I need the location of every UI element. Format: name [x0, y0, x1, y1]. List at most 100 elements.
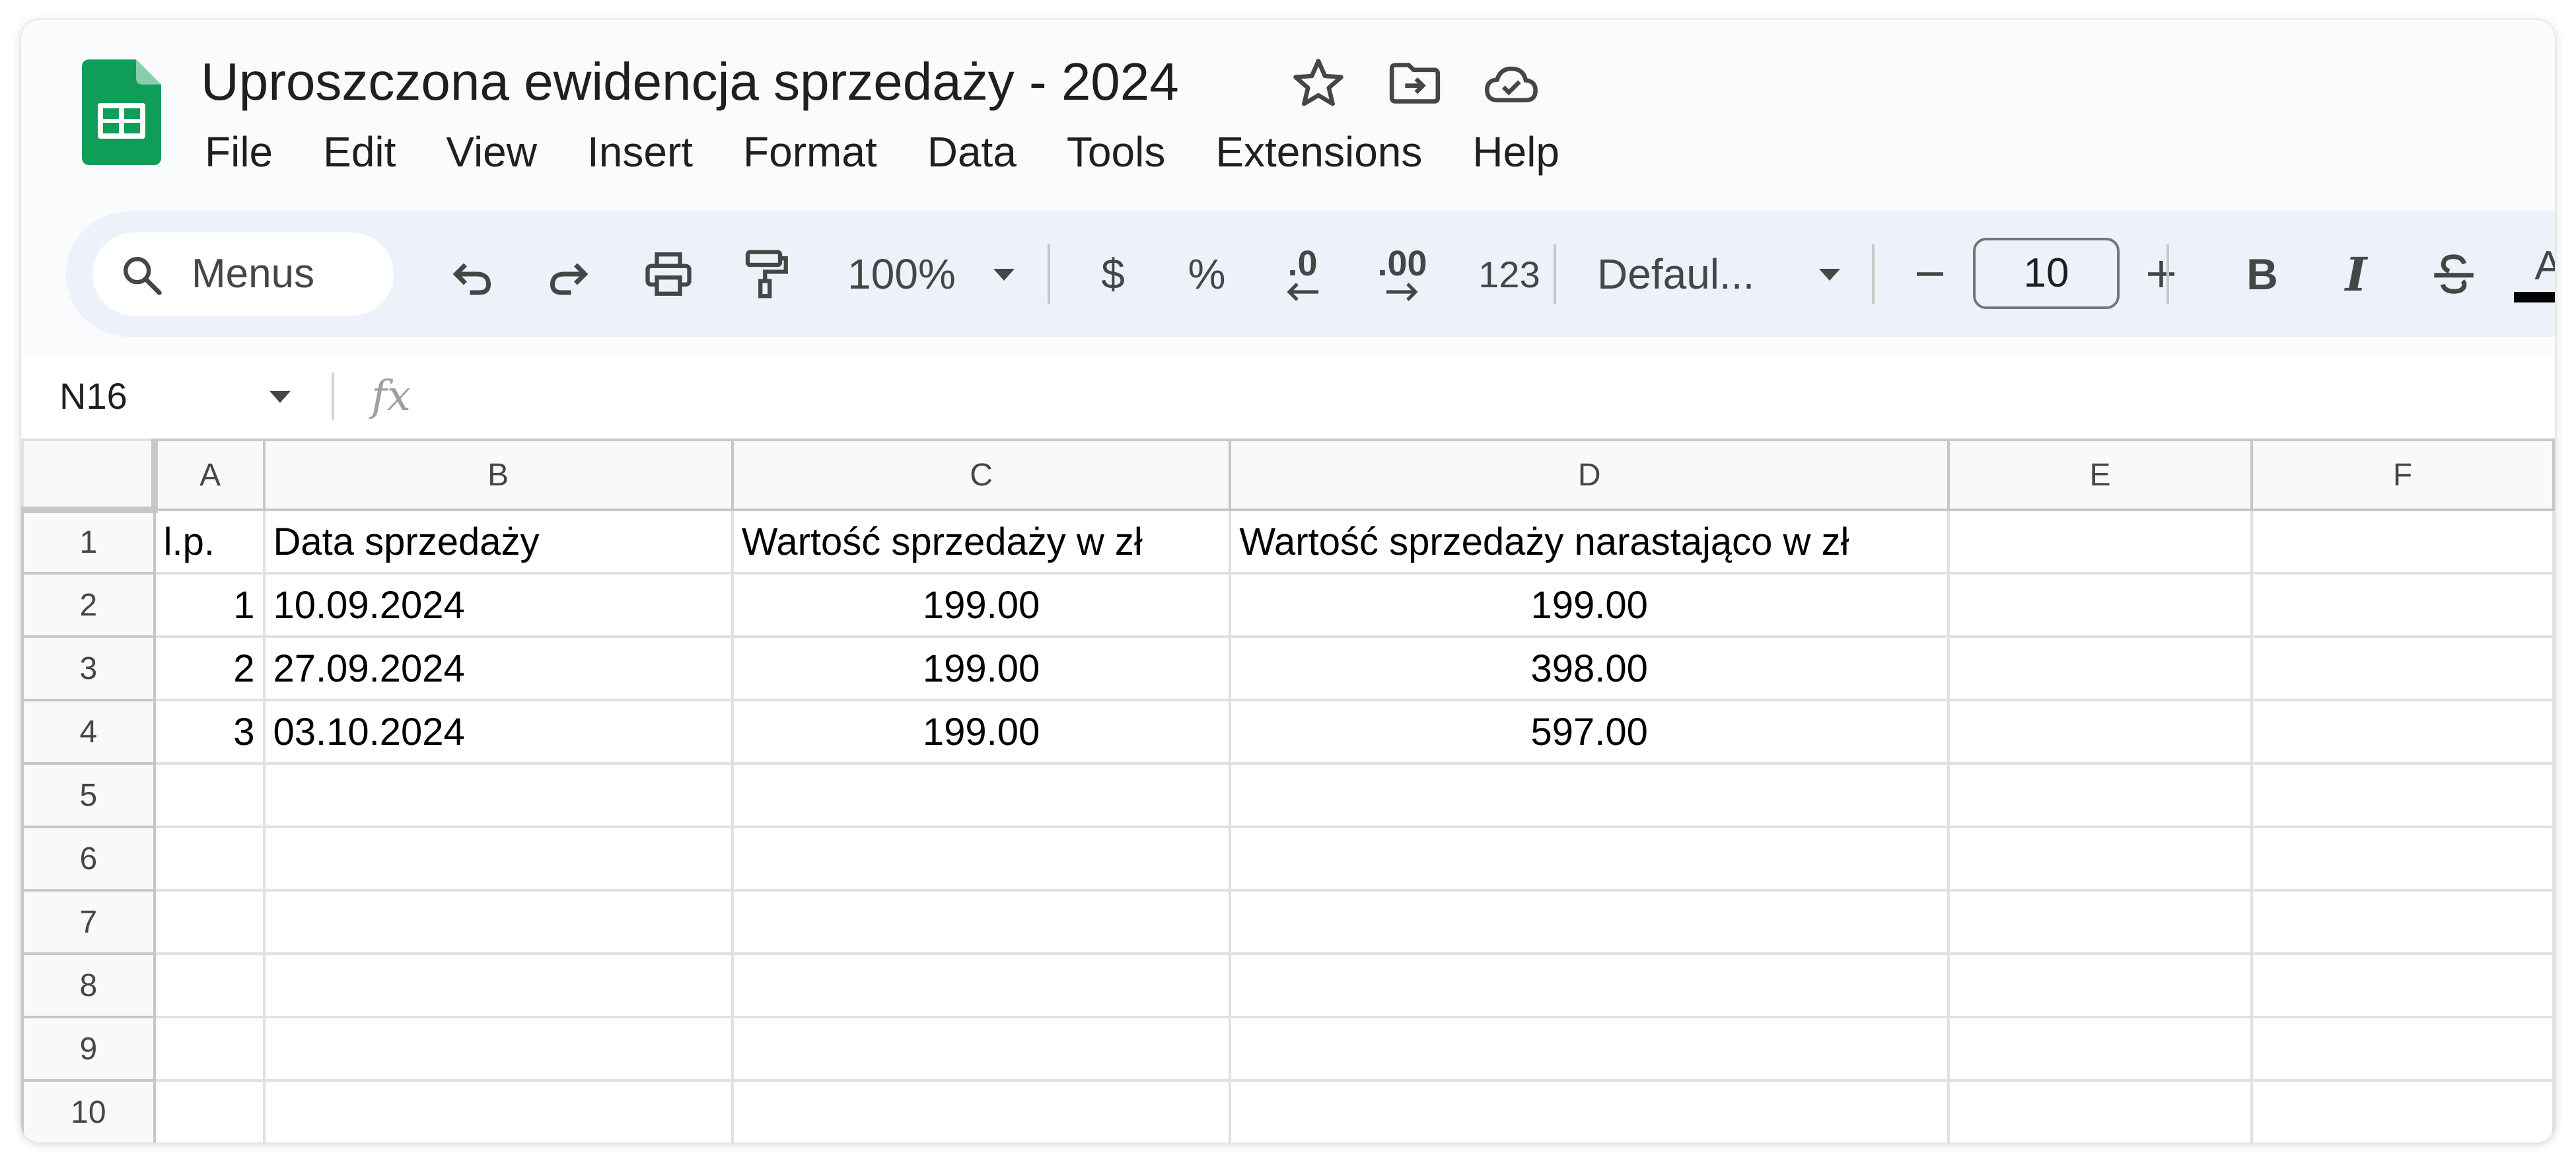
cell[interactable]	[153, 952, 266, 1018]
cell[interactable]	[731, 1016, 1232, 1082]
cell[interactable]	[262, 889, 734, 955]
cell-f4[interactable]	[2250, 699, 2555, 765]
menu-data[interactable]: Data	[902, 119, 1042, 185]
row-header[interactable]: 2	[21, 572, 156, 638]
row-header[interactable]: 10	[21, 1079, 156, 1143]
cell[interactable]	[731, 889, 1232, 955]
cell[interactable]	[2250, 952, 2555, 1018]
undo-button[interactable]	[436, 211, 509, 337]
cell[interactable]	[731, 762, 1232, 828]
cell[interactable]	[1229, 1079, 1950, 1143]
cell[interactable]	[1229, 889, 1950, 955]
increase-decimal-button[interactable]: .00	[1359, 211, 1445, 337]
row-header[interactable]: 6	[21, 826, 156, 892]
row-header[interactable]: 9	[21, 1016, 156, 1082]
row-header[interactable]: 7	[21, 889, 156, 955]
print-button[interactable]	[629, 211, 708, 337]
cell-f3[interactable]	[2250, 635, 2555, 701]
cell[interactable]	[1229, 826, 1950, 892]
cell-e3[interactable]	[1947, 635, 2253, 701]
cell[interactable]	[1947, 952, 2253, 1018]
menu-insert[interactable]: Insert	[562, 119, 718, 185]
decrease-font-size-button[interactable]	[1898, 211, 1962, 337]
cell[interactable]	[262, 762, 734, 828]
cell[interactable]	[153, 1079, 266, 1143]
caret-down-icon[interactable]	[267, 383, 293, 409]
strikethrough-button[interactable]	[2417, 211, 2490, 337]
font-size-input[interactable]: 10	[1973, 238, 2120, 309]
decrease-decimal-button[interactable]: .0	[1263, 211, 1342, 337]
cell[interactable]	[731, 952, 1232, 1018]
cell[interactable]	[153, 1016, 266, 1082]
menu-extensions[interactable]: Extensions	[1190, 119, 1447, 185]
column-header-c[interactable]: C	[731, 439, 1232, 511]
column-header-f[interactable]: F	[2250, 439, 2555, 511]
cell[interactable]	[262, 826, 734, 892]
search-menus-input[interactable]: Menus	[92, 232, 394, 316]
cell-f2[interactable]	[2250, 572, 2555, 638]
cell-a3[interactable]: 2	[153, 635, 266, 701]
row-header[interactable]: 1	[21, 509, 156, 575]
font-dropdown-button[interactable]	[1803, 211, 1856, 337]
cell-c1[interactable]: Wartość sprzedaży w zł	[731, 509, 1232, 575]
italic-button[interactable]: I	[2320, 211, 2392, 337]
number-format-button[interactable]: 123	[1460, 211, 1559, 337]
cell-b2[interactable]: 10.09.2024	[262, 572, 734, 638]
cell[interactable]	[2250, 1079, 2555, 1143]
row-header[interactable]: 5	[21, 762, 156, 828]
cloud-saved-icon[interactable]	[1482, 54, 1540, 112]
formula-input[interactable]	[457, 354, 2505, 439]
menu-tools[interactable]: Tools	[1042, 119, 1190, 185]
name-box[interactable]: N16	[59, 354, 127, 439]
zoom-dropdown-button[interactable]	[978, 211, 1030, 337]
cell-b3[interactable]: 27.09.2024	[262, 635, 734, 701]
cell-d3[interactable]: 398.00	[1229, 635, 1950, 701]
zoom-select[interactable]: 100%	[826, 211, 978, 337]
cell[interactable]	[2250, 826, 2555, 892]
cell[interactable]	[1947, 1079, 2253, 1143]
cell-e1[interactable]	[1947, 509, 2253, 575]
cell[interactable]	[1947, 889, 2253, 955]
cell-c4[interactable]: 199.00	[731, 699, 1232, 765]
cell[interactable]	[1229, 762, 1950, 828]
cell[interactable]	[731, 826, 1232, 892]
star-icon[interactable]	[1289, 54, 1347, 112]
cell[interactable]	[262, 1016, 734, 1082]
percent-format-button[interactable]: %	[1170, 211, 1243, 337]
cell[interactable]	[2250, 1016, 2555, 1082]
cell-a1[interactable]: l.p.	[153, 509, 266, 575]
paint-format-button[interactable]	[727, 211, 806, 337]
font-family-select[interactable]: Defaul...	[1579, 211, 1783, 337]
column-header-b[interactable]: B	[262, 439, 734, 511]
increase-font-size-button[interactable]	[2129, 211, 2193, 337]
cell-e2[interactable]	[1947, 572, 2253, 638]
cell-b1[interactable]: Data sprzedaży	[262, 509, 734, 575]
column-header-a[interactable]: A	[153, 439, 266, 511]
cell-c3[interactable]: 199.00	[731, 635, 1232, 701]
text-color-button[interactable]: A	[2509, 211, 2555, 337]
cell[interactable]	[153, 826, 266, 892]
currency-format-button[interactable]: $	[1077, 211, 1149, 337]
redo-button[interactable]	[532, 211, 605, 337]
cell[interactable]	[2250, 762, 2555, 828]
cell[interactable]	[1947, 826, 2253, 892]
document-title[interactable]: Uproszczona ewidencja sprzedaży - 2024	[201, 50, 1179, 114]
column-header-d[interactable]: D	[1229, 439, 1950, 511]
menu-view[interactable]: View	[421, 119, 562, 185]
bold-button[interactable]: B	[2226, 211, 2299, 337]
cell[interactable]	[262, 1079, 734, 1143]
menu-edit[interactable]: Edit	[298, 119, 421, 185]
cell-b4[interactable]: 03.10.2024	[262, 699, 734, 765]
row-header[interactable]: 8	[21, 952, 156, 1018]
cell[interactable]	[1229, 952, 1950, 1018]
cell-d4[interactable]: 597.00	[1229, 699, 1950, 765]
column-header-e[interactable]: E	[1947, 439, 2253, 511]
select-all-corner[interactable]	[21, 439, 158, 513]
row-header[interactable]: 4	[21, 699, 156, 765]
cell[interactable]	[153, 889, 266, 955]
cell[interactable]	[731, 1079, 1232, 1143]
cell[interactable]	[1947, 762, 2253, 828]
cell-a4[interactable]: 3	[153, 699, 266, 765]
cell-d2[interactable]: 199.00	[1229, 572, 1950, 638]
menu-help[interactable]: Help	[1447, 119, 1585, 185]
